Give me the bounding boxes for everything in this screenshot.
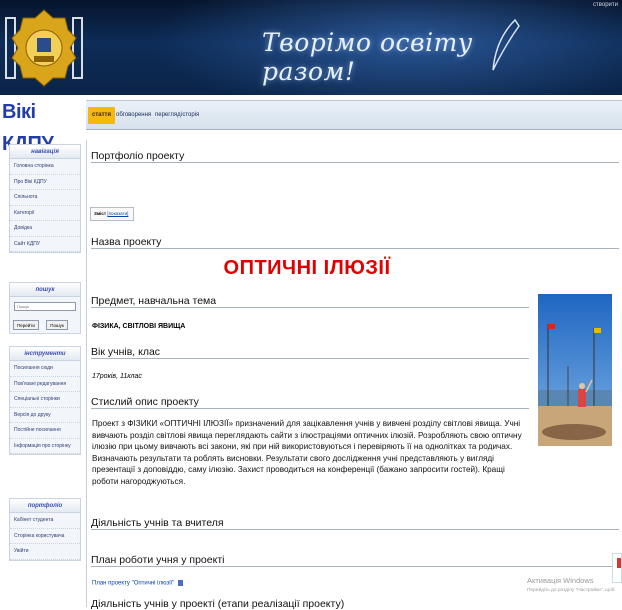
header-user-link[interactable]: створити	[593, 2, 618, 8]
search-button[interactable]: Пошук	[46, 320, 68, 330]
quill-icon	[492, 18, 520, 71]
sidebar-item-print-version[interactable]: Версія до друку	[10, 408, 80, 423]
sidebar-item-user-page[interactable]: Сторінка користувача	[10, 529, 80, 544]
subject-heading: Предмет, навчальна тема	[91, 295, 529, 308]
sidebar-item-about[interactable]: Про Вікі КДПУ	[10, 175, 80, 190]
windows-activation-title: Активація Windows	[527, 576, 594, 585]
age-value: 17років, 11клас	[92, 373, 142, 380]
plan-link-text[interactable]: План проекту "Оптичні ілюзії"	[92, 581, 174, 587]
document-icon	[178, 580, 184, 586]
toc-toggle-link[interactable]: [показати]	[107, 211, 128, 216]
summary-text: Проект з ФІЗИКИ «ОПТИЧНІ ІЛЮЗІЇ» признач…	[92, 419, 522, 486]
stages-heading: Діяльність учнів у проекті (етапи реаліз…	[91, 598, 345, 610]
tools-title: інструменти	[10, 347, 80, 361]
sidebar-item-page-info[interactable]: Інформація про сторінку	[10, 439, 80, 454]
sidebar-item-login[interactable]: Увійти	[10, 544, 80, 560]
activity-heading: Діяльність учнів та вчителя	[91, 517, 619, 530]
tab-history[interactable]: історія	[177, 107, 203, 124]
corner-thumbnail[interactable]	[612, 553, 622, 583]
tools-portlet: інструменти Посилання сюди Пов'язані ред…	[9, 346, 81, 455]
summary-heading: Стислий опис проекту	[91, 396, 529, 409]
sidebar-item-permanent-link[interactable]: Постійне посилання	[10, 423, 80, 439]
plan-link[interactable]: План проекту "Оптичні ілюзії"	[92, 580, 184, 587]
windows-activation-subtitle: Перейдіть до розділу "Настройки", щоб	[527, 588, 615, 593]
sidebar-item-help[interactable]: Довідка	[10, 221, 80, 237]
site-header: Творімо освіту разом! створити	[0, 0, 622, 95]
project-title: ОПТИЧНІ ІЛЮЗІЇ	[223, 257, 391, 279]
portfolio-title: портфоліо	[10, 499, 80, 513]
project-name-heading: Назва проекту	[91, 236, 619, 249]
age-heading: Вік учнів, клас	[91, 346, 529, 359]
tab-discussion[interactable]: обговорення	[112, 107, 155, 124]
navigation-title: навігація	[10, 145, 80, 159]
subject-value: ФІЗИКА, СВІТЛОВІ ЯВИЩА	[92, 323, 186, 330]
site-title[interactable]: Вікі КДПУ	[2, 96, 84, 155]
main-content: Портфоліо проекту Зміст [показати] Назва…	[86, 140, 622, 610]
sidebar-item-categories[interactable]: Категорії	[10, 206, 80, 221]
portfolio-portlet: портфоліо Кабінет студента Сторінка кори…	[9, 498, 81, 561]
sidebar-item-community[interactable]: Спільнота	[10, 190, 80, 206]
sidebar-item-site[interactable]: Сайт КДПУ	[10, 237, 80, 252]
search-title: пошук	[10, 283, 80, 297]
tab-article[interactable]: стаття	[88, 107, 115, 124]
sidebar-item-special-pages[interactable]: Спеціальні сторінки	[10, 392, 80, 408]
table-of-contents: Зміст [показати]	[90, 207, 134, 221]
university-logo[interactable]	[4, 4, 84, 92]
go-button[interactable]: Перейти	[13, 320, 39, 330]
toc-label: Зміст	[94, 211, 107, 216]
sidebar-item-links-here[interactable]: Посилання сюди	[10, 361, 80, 377]
plan-heading: План роботи учня у проекті	[91, 554, 619, 567]
sidebar-item-related-changes[interactable]: Пов'язані редагування	[10, 377, 80, 392]
search-input[interactable]	[14, 302, 76, 311]
search-portlet: пошук Перейти Пошук	[9, 282, 81, 334]
page-tabs: стаття обговорення перегляд історія	[86, 100, 622, 130]
sidebar-item-student-cabinet[interactable]: Кабінет студента	[10, 513, 80, 529]
project-photo[interactable]	[538, 294, 612, 446]
navigation-portlet: навігація Головна сторінка Про Вікі КДПУ…	[9, 144, 81, 253]
sidebar-item-main-page[interactable]: Головна сторінка	[10, 159, 80, 175]
page-title: Портфоліо проекту	[91, 150, 619, 163]
